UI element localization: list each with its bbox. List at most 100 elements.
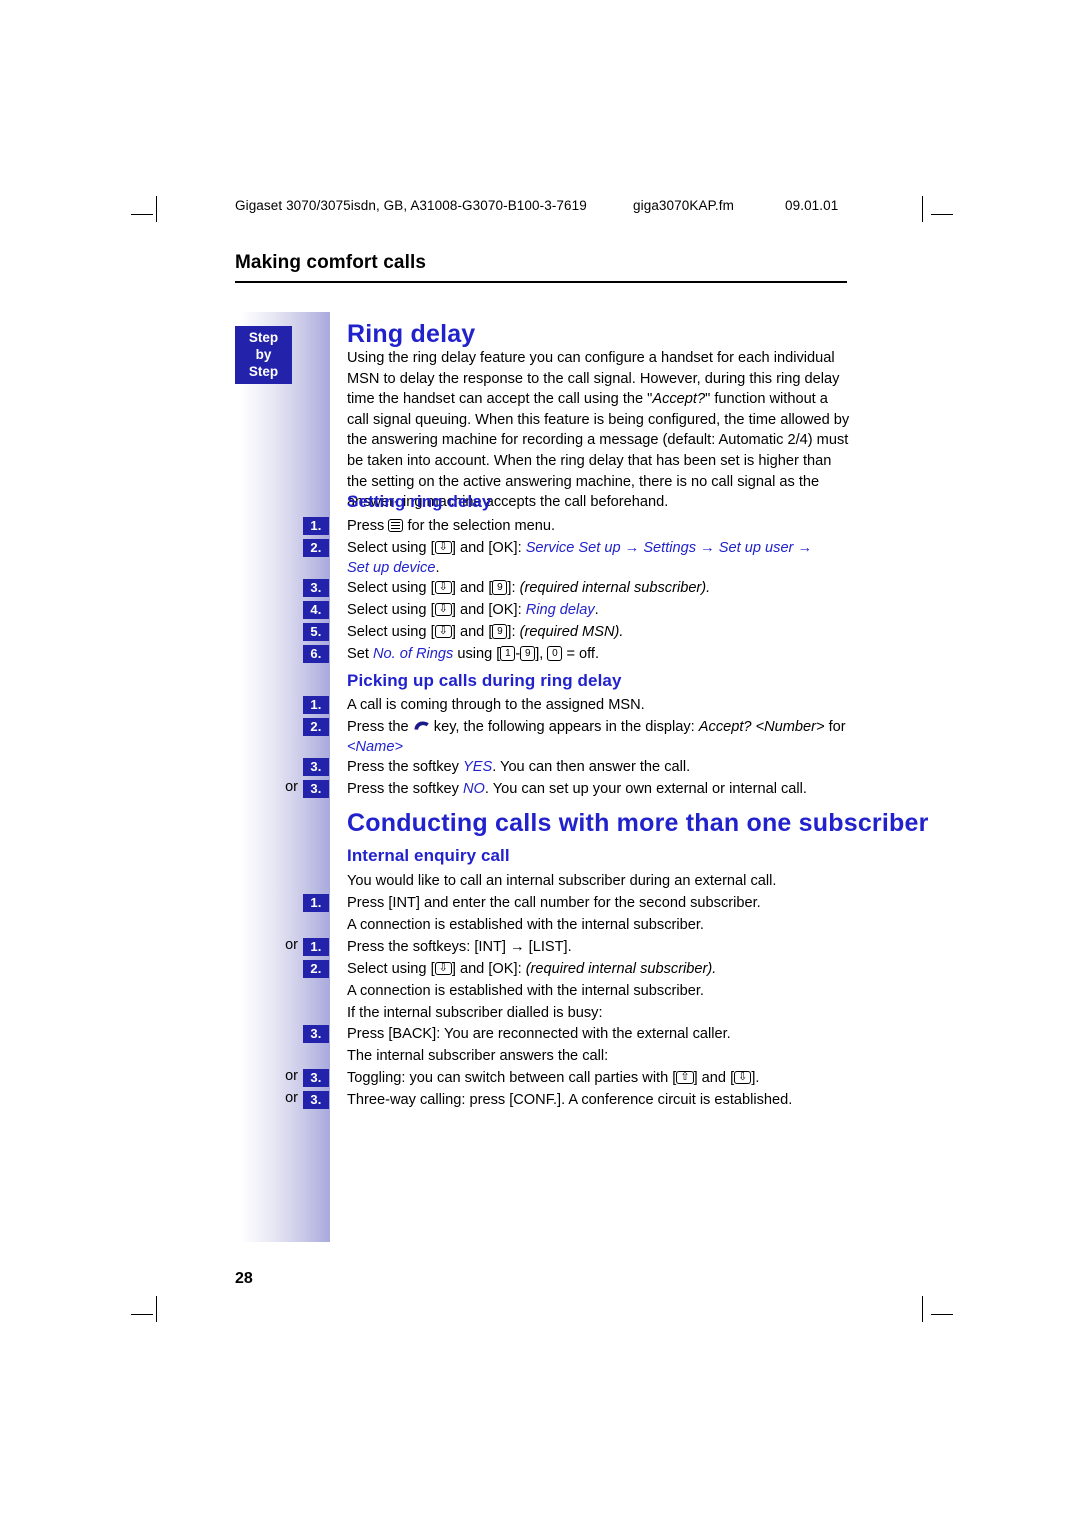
note-connection-established-2: A connection is established with the int…	[347, 983, 704, 999]
page-number: 28	[235, 1270, 253, 1287]
note-connection-established-1: A connection is established with the int…	[347, 917, 704, 933]
softkey-yes: YES	[463, 759, 493, 775]
subsection-title-picking-up-calls: Picking up calls during ring delay	[347, 671, 622, 690]
arrow-1: →	[624, 540, 640, 556]
document-page: Gigaset 3070/3075isdn, GB, A31008-G3070-…	[0, 0, 1080, 1528]
select-using-word: Select using	[347, 540, 427, 556]
step-number-3e: 3.	[303, 1069, 329, 1087]
menu-path-setup-device: Set up device	[347, 560, 436, 576]
step-badge-line2: by	[255, 347, 272, 362]
step-text-4a: Select using [⇩] and [OK]: Ring delay.	[347, 602, 599, 618]
step-number-5a: 5.	[303, 623, 329, 641]
step-number-2a: 2.	[303, 539, 329, 557]
yes-rest: . You can then answer the call.	[492, 759, 691, 775]
press-the-word: Press the	[347, 719, 409, 735]
accept-number-text: Accept? <Number>	[698, 719, 825, 735]
down-arrow-key-icon-4: ⇩	[434, 625, 452, 638]
arrow-3: →	[797, 540, 813, 556]
crop-mark-bottom-right	[922, 1296, 923, 1322]
digit-key-icon-9c: 9	[520, 646, 536, 661]
step-number-3b: 3.	[303, 758, 329, 776]
step-text-2b: Press the key, the following appears in …	[347, 717, 852, 738]
or-label-4: or	[285, 1090, 298, 1106]
step-text-1b: A call is coming through to the assigned…	[347, 697, 645, 713]
period-2: .	[594, 602, 599, 618]
step-number-1c: 1.	[303, 894, 329, 912]
step-number-3f: 3.	[303, 1091, 329, 1109]
digit-key-icon-9b: 9	[492, 624, 508, 639]
select-using-word-4: Select using	[347, 624, 427, 640]
step-text-1d: Press the softkeys: [INT] → [LIST].	[347, 939, 572, 955]
step-badge-line1: Step	[248, 330, 279, 345]
step-number-2c: 2.	[303, 960, 329, 978]
ok-label-1: [OK]:	[488, 540, 522, 556]
no-of-rings-item: No. of Rings	[372, 646, 454, 662]
crop-mark-top-right	[922, 196, 923, 222]
menu-icon	[388, 519, 404, 532]
press-word: Press	[347, 518, 385, 534]
required-internal-subscriber-1: (required internal subscriber).	[519, 580, 711, 596]
step-text-2b-cont: <Name>	[347, 737, 852, 758]
required-msn: (required MSN).	[519, 624, 624, 640]
step-number-1a: 1.	[303, 517, 329, 535]
step-text-2a: Select using [⇩] and [OK]: Service Set u…	[347, 540, 813, 556]
down-arrow-key-icon-2: ⇩	[434, 581, 452, 594]
ring-delay-intro: Using the ring delay feature you can con…	[347, 350, 850, 511]
step-text-5a: Select using [⇩] and [9]: (required MSN)…	[347, 624, 624, 640]
menu-path-settings: Settings	[643, 540, 697, 556]
and-word-3: and	[459, 602, 485, 618]
selection-menu-text: for the selection menu.	[407, 518, 556, 534]
down-arrow-key-icon-6: ⇩	[734, 1071, 752, 1084]
or-label-3: or	[285, 1068, 298, 1084]
no-rest: . You can set up your own external or in…	[484, 781, 807, 797]
ok-label-3: [OK]:	[488, 961, 522, 977]
and-word-2: and	[459, 580, 485, 596]
up-arrow-key-icon: ⇧	[676, 1071, 694, 1084]
set-word: Set	[347, 646, 369, 662]
chapter-rule	[235, 281, 847, 283]
arrow-2: →	[700, 540, 715, 556]
down-arrow-key-icon-3: ⇩	[434, 603, 452, 616]
step-text-3a: Select using [⇩] and [9]: (required inte…	[347, 580, 711, 596]
softkey-no: NO	[463, 781, 485, 797]
step-text-3d: Press [BACK]: You are reconnected with t…	[347, 1026, 731, 1042]
down-arrow-key-icon-5: ⇩	[434, 962, 452, 975]
step-number-1d: 1.	[303, 938, 329, 956]
for-word: for	[828, 719, 846, 735]
and-word-5: and	[459, 961, 485, 977]
internal-enquiry-intro: You would like to call an internal subsc…	[347, 873, 777, 889]
ok-label-2: [OK]:	[488, 602, 522, 618]
header-filename: giga3070KAP.fm	[633, 198, 734, 213]
running-header: Gigaset 3070/3075isdn, GB, A31008-G3070-…	[235, 198, 875, 213]
note-busy: If the internal subscriber dialled is bu…	[347, 1005, 603, 1021]
and-word-1: and	[459, 540, 485, 556]
step-text-6a: Set No. of Rings using [1-9], 0 = off.	[347, 646, 600, 662]
crop-mark-bottom-right-h	[931, 1314, 953, 1315]
digit-key-icon-9a: 9	[492, 580, 508, 595]
crop-mark-top-right-h	[931, 214, 953, 215]
digit-key-icon-1: 1	[500, 646, 516, 661]
and-word-6: and	[701, 1070, 727, 1086]
step-number-4a: 4.	[303, 601, 329, 619]
name-tag-text: <Name>	[347, 739, 403, 755]
step-number-3c: 3.	[303, 780, 329, 798]
step-number-1b: 1.	[303, 696, 329, 714]
key-following-text: key, the following appears in the displa…	[433, 719, 695, 735]
step-text-2c: Select using [⇩] and [OK]: (required int…	[347, 961, 717, 977]
step-badge-line3: Step	[248, 364, 279, 379]
select-using-word-2: Select using	[347, 580, 427, 596]
select-using-word-5: Select using	[347, 961, 427, 977]
menu-path-service-setup: Service Set up	[525, 540, 621, 556]
period-1: .	[435, 560, 440, 576]
required-internal-subscriber-2: (required internal subscriber).	[525, 961, 717, 977]
crop-mark-bottom-left	[156, 1296, 157, 1322]
press-softkey-word-1: Press the softkey	[347, 759, 459, 775]
header-left-text: Gigaset 3070/3075isdn, GB, A31008-G3070-…	[235, 198, 587, 213]
digit-key-icon-0: 0	[547, 646, 563, 661]
subsection-title-setting-ring-delay: Setting ring delay	[347, 492, 492, 511]
press-softkey-word-2: Press the softkey	[347, 781, 459, 797]
step-by-step-badge: Step by Step	[235, 326, 292, 384]
handset-key-icon	[413, 719, 430, 732]
step-text-3f: Three-way calling: press [CONF.]. A conf…	[347, 1092, 793, 1108]
step-text-2a-cont: Set up device.	[347, 558, 852, 579]
